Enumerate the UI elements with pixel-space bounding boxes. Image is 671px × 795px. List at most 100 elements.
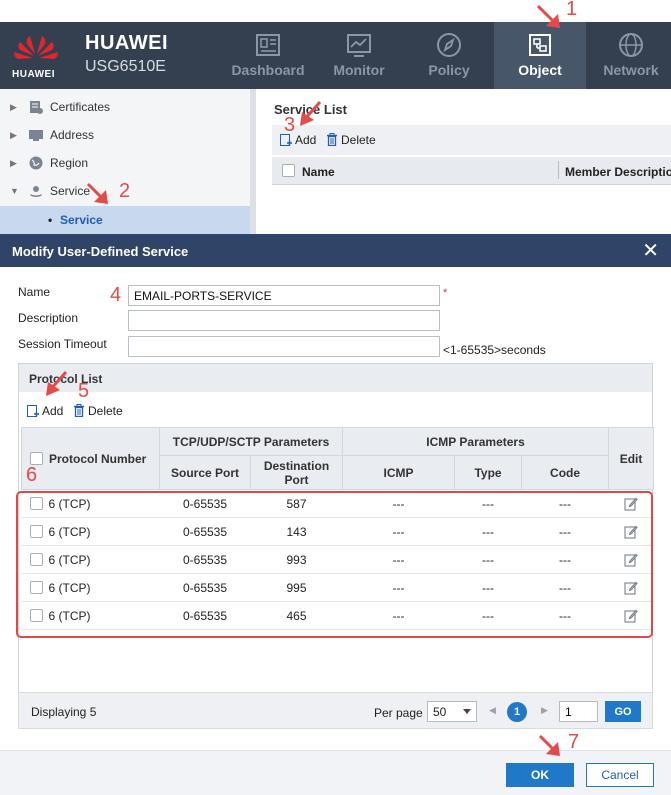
region-globe-icon: [29, 156, 43, 170]
expand-arrow-icon[interactable]: ▶: [10, 121, 17, 149]
service-icon: [30, 186, 42, 197]
close-icon[interactable]: ✕: [642, 241, 659, 261]
description-input[interactable]: [128, 310, 440, 331]
col-header-type: Type: [454, 455, 523, 490]
row-checkbox[interactable]: [29, 552, 43, 566]
edit-icon[interactable]: [624, 497, 638, 511]
ok-button[interactable]: OK: [506, 763, 574, 787]
cell-icmp: ---: [342, 573, 455, 602]
row-checkbox[interactable]: [29, 580, 43, 594]
nav-monitor[interactable]: Monitor: [313, 22, 405, 89]
service-list-toolbar: Add Delete: [272, 125, 671, 155]
red-arrow-pointer-icon: [538, 734, 560, 756]
expand-arrow-icon[interactable]: ▶: [10, 93, 17, 121]
expand-arrow-icon[interactable]: ▶: [10, 149, 17, 177]
monitor-icon: [347, 34, 371, 57]
cell-source-port: 0-65535: [159, 573, 251, 602]
table-row[interactable]: 6 (TCP) 0-65535 465 --- --- ---: [21, 601, 654, 630]
policy-compass-icon: [437, 33, 461, 57]
tree-item-region[interactable]: ▶ Region: [0, 149, 256, 177]
description-label: Description: [18, 311, 79, 325]
row-checkbox[interactable]: [29, 608, 43, 622]
go-button[interactable]: GO: [605, 701, 641, 722]
col-header-edit: Edit: [608, 427, 655, 490]
protocol-add-button[interactable]: Add: [27, 404, 63, 418]
edit-icon[interactable]: [624, 525, 638, 539]
service-list-header: Name Member Description: [272, 157, 671, 185]
object-tree: ▶ Certificates ▶ Address ▶ Region ▼ Serv…: [0, 89, 256, 239]
per-page-select[interactable]: 50: [427, 701, 477, 722]
step-number: 6: [26, 464, 38, 486]
session-timeout-label: Session Timeout: [18, 337, 107, 351]
nav-dashboard[interactable]: Dashboard: [222, 22, 314, 89]
col-header-source-port: Source Port: [159, 455, 251, 490]
cell-code: ---: [521, 545, 609, 574]
page-number-input[interactable]: [559, 701, 598, 722]
cell-icmp: ---: [342, 489, 455, 518]
device-model: USG6510E: [85, 58, 166, 75]
certificate-icon: [30, 101, 43, 114]
step-number: 5: [78, 380, 90, 402]
next-page-icon[interactable]: ▶: [541, 705, 548, 716]
row-checkbox[interactable]: [29, 496, 43, 510]
col-header-dest-port: Destination Port: [249, 455, 344, 490]
add-icon: [27, 405, 39, 417]
cell-type: ---: [454, 489, 522, 518]
cell-type: ---: [454, 601, 522, 630]
service-delete-button[interactable]: Delete: [326, 133, 376, 147]
protocol-list-titlebar: Protocol List: [19, 364, 652, 392]
col-header-icmp: ICMP: [342, 455, 456, 490]
cell-icmp: ---: [342, 545, 455, 574]
red-arrow-pointer-icon: [536, 4, 560, 28]
nav-policy[interactable]: Policy: [403, 22, 495, 89]
red-arrow-pointer-icon: [86, 182, 108, 204]
table-row[interactable]: 6 (TCP) 0-65535 587 --- --- ---: [21, 489, 654, 518]
col-header-name: Name: [302, 165, 335, 179]
current-page-badge[interactable]: 1: [507, 702, 527, 722]
col-header-protocol: Protocol Number: [21, 427, 160, 490]
row-checkbox[interactable]: [29, 524, 43, 538]
tree-item-address[interactable]: ▶ Address: [0, 121, 256, 149]
cell-dest-port: 143: [250, 517, 343, 546]
cell-source-port: 0-65535: [159, 601, 251, 630]
col-header-code: Code: [521, 455, 610, 490]
cancel-button[interactable]: Cancel: [586, 763, 654, 787]
cell-code: ---: [521, 517, 609, 546]
brand-name: HUAWEI: [85, 32, 168, 54]
trash-icon: [74, 404, 84, 417]
trash-icon: [327, 133, 337, 146]
cell-dest-port: 993: [250, 545, 343, 574]
edit-icon[interactable]: [624, 609, 638, 623]
nav-network[interactable]: Network: [585, 22, 671, 89]
cell-dest-port: 465: [250, 601, 343, 630]
protocol-delete-button[interactable]: Delete: [73, 404, 123, 418]
select-all-checkbox[interactable]: [282, 164, 295, 177]
tree-item-certificates[interactable]: ▶ Certificates: [0, 93, 256, 121]
session-timeout-input[interactable]: [128, 336, 440, 357]
red-arrow-pointer-icon: [46, 371, 68, 396]
edit-icon[interactable]: [624, 581, 638, 595]
cell-source-port: 0-65535: [159, 489, 251, 518]
cell-code: ---: [521, 601, 609, 630]
chevron-down-icon: [463, 709, 471, 714]
cell-icmp: ---: [342, 517, 455, 546]
step-number: 2: [119, 180, 131, 202]
cell-code: ---: [521, 573, 609, 602]
table-row[interactable]: 6 (TCP) 0-65535 995 --- --- ---: [21, 573, 654, 602]
cell-source-port: 0-65535: [159, 545, 251, 574]
name-input[interactable]: [128, 285, 440, 306]
table-row[interactable]: 6 (TCP) 0-65535 993 --- --- ---: [21, 545, 654, 574]
table-row[interactable]: 6 (TCP) 0-65535 143 --- --- ---: [21, 517, 654, 546]
tree-child-service[interactable]: • Service: [0, 206, 250, 234]
cell-type: ---: [454, 517, 522, 546]
cell-code: ---: [521, 489, 609, 518]
address-icon: [29, 130, 43, 141]
prev-page-icon[interactable]: ◀: [489, 705, 496, 716]
timeout-hint: <1-65535>seconds: [443, 343, 546, 357]
edit-icon[interactable]: [624, 553, 638, 567]
collapse-arrow-icon[interactable]: ▼: [10, 177, 19, 205]
cell-dest-port: 995: [250, 573, 343, 602]
select-all-protocols-checkbox[interactable]: [30, 451, 43, 465]
col-group-tcp: TCP/UDP/SCTP Parameters: [158, 427, 344, 456]
red-arrow-pointer-icon: [300, 101, 322, 126]
